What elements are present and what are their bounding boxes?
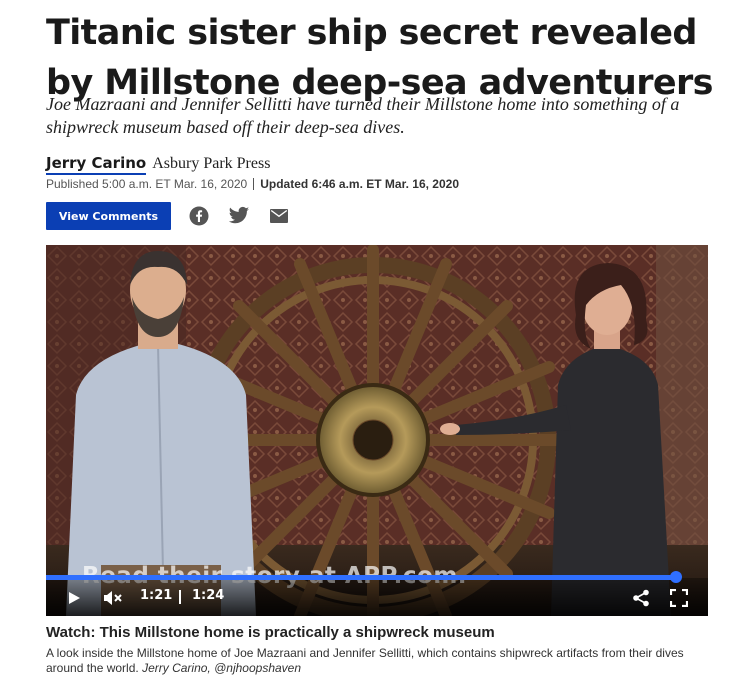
- video-frame: [46, 245, 708, 616]
- published-date: Published 5:00 a.m. ET Mar. 16, 2020: [46, 177, 248, 191]
- video-player[interactable]: Read their story at APP.com. 1:21 1:24: [46, 245, 708, 616]
- article-actions: View Comments: [46, 202, 307, 230]
- timestamps: Published 5:00 a.m. ET Mar. 16, 2020 Upda…: [46, 177, 459, 191]
- twitter-icon[interactable]: [227, 204, 251, 228]
- date-divider: [253, 178, 255, 190]
- play-icon[interactable]: [64, 586, 84, 610]
- video-caption: A look inside the Millstone home of Joe …: [46, 646, 708, 676]
- article-dek: Joe Mazraani and Jennifer Sellitti have …: [46, 94, 680, 137]
- current-time: 1:21: [140, 588, 173, 603]
- duration: 1:24: [192, 588, 225, 603]
- video-caption-title: Watch: This Millstone home is practicall…: [46, 624, 495, 641]
- view-comments-button[interactable]: View Comments: [46, 202, 171, 230]
- video-scrubber-handle[interactable]: [670, 571, 682, 583]
- mute-icon[interactable]: [102, 586, 124, 610]
- time-divider: [179, 590, 181, 604]
- publication-name: Asbury Park Press: [152, 155, 271, 172]
- caption-credit: Jerry Carino, @njhoopshaven: [142, 661, 302, 675]
- fullscreen-icon[interactable]: [668, 586, 690, 610]
- author-link[interactable]: Jerry Carino: [46, 154, 147, 175]
- video-progress-bar[interactable]: [46, 575, 676, 580]
- email-icon[interactable]: [267, 204, 291, 228]
- share-icon[interactable]: [630, 586, 652, 610]
- updated-date: Updated 6:46 a.m. ET Mar. 16, 2020: [260, 177, 459, 191]
- byline: Jerry Carino Asbury Park Press: [46, 154, 270, 176]
- facebook-icon[interactable]: [187, 204, 211, 228]
